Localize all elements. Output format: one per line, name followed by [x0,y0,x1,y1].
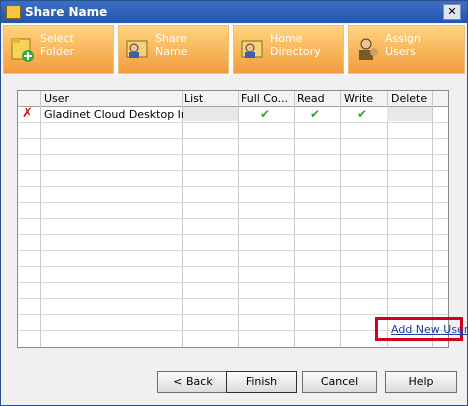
row-separator [18,218,448,219]
column-header-list[interactable]: List [184,92,236,105]
remove-user-icon[interactable]: ✗ [22,107,33,121]
user-cell: Gladinet Cloud Desktop In... [44,108,199,121]
write-check-icon[interactable]: ✔ [357,107,367,121]
home-directory-step[interactable]: Home Directory [233,25,344,74]
home-directory-label: Home Directory [270,32,321,58]
grid-divider [432,91,433,347]
read-check-icon[interactable]: ✔ [310,107,320,121]
row-separator [18,266,448,267]
select-folder-step[interactable]: Select Folder [3,25,114,74]
row-separator [18,122,448,123]
row-separator [18,234,448,235]
assign-users-icon [359,38,378,60]
row-separator [18,170,448,171]
add-new-user-link[interactable]: Add New User [391,323,468,336]
list-cell[interactable] [183,107,238,121]
grid-divider [387,91,388,347]
finish-button[interactable]: Finish [226,371,297,393]
share-name-dialog: Share Name ✕ Select Folder Share Name Ho… [0,0,468,406]
grid-header: User List Full Co... Read Write Delete [18,91,448,107]
assign-users-label: Assign Users [385,32,421,58]
title-bar: Share Name ✕ [1,1,467,23]
share-folder-icon [126,40,148,58]
content-area: User List Full Co... Read Write Delete ✗… [3,77,465,355]
row-separator [18,202,448,203]
home-directory-icon [241,40,263,58]
grid-divider [294,91,295,347]
close-button[interactable]: ✕ [443,4,461,20]
row-separator [18,298,448,299]
grid-divider [40,91,41,347]
user-permissions-grid[interactable]: User List Full Co... Read Write Delete ✗… [17,90,449,348]
back-button[interactable]: < Back [157,371,229,393]
app-icon [6,5,21,19]
folder-add-icon [11,38,34,62]
row-separator [18,154,448,155]
row-separator [18,250,448,251]
column-header-write[interactable]: Write [344,92,386,105]
grid-divider [340,91,341,347]
full-control-check-icon[interactable]: ✔ [260,107,270,121]
column-header-user[interactable]: User [44,92,178,105]
row-separator [18,186,448,187]
column-header-delete[interactable]: Delete [391,92,431,105]
row-separator [18,138,448,139]
select-folder-label: Select Folder [40,32,74,58]
cancel-button[interactable]: Cancel [302,371,377,393]
column-header-full-control[interactable]: Full Co... [241,92,291,105]
wizard-steps-toolbar: Select Folder Share Name Home Directory [3,24,465,75]
grid-divider [238,91,239,347]
row-separator [18,282,448,283]
column-header-read[interactable]: Read [297,92,339,105]
window-title: Share Name [25,5,108,19]
assign-users-step[interactable]: Assign Users [348,25,465,74]
table-row[interactable]: ✗ Gladinet Cloud Desktop In... ✔ ✔ ✔ [18,107,448,122]
share-name-step[interactable]: Share Name [118,25,229,74]
row-separator [18,314,448,315]
add-new-user-highlight: Add New User [375,317,468,341]
help-button[interactable]: Help [385,371,457,393]
grid-divider [182,91,183,347]
delete-cell[interactable] [387,107,432,121]
share-name-label: Share Name [155,32,188,58]
